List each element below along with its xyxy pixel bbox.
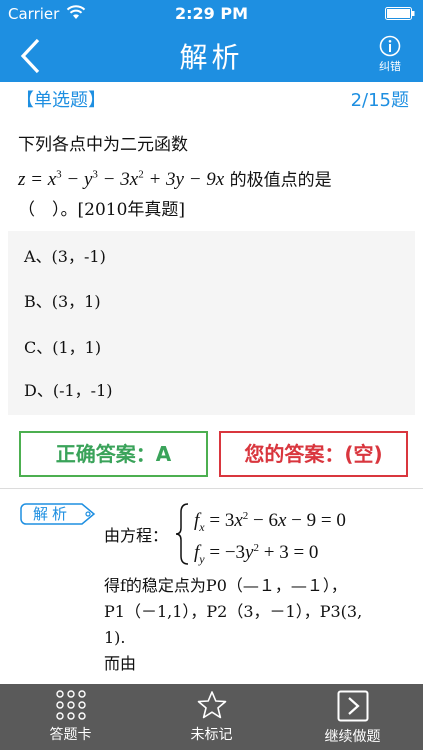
arrow-box-icon — [337, 690, 368, 722]
status-bar: Carrier 2:29 PM — [0, 0, 423, 28]
analysis-line-1: 得f的稳定点为P0（—１，—１）， — [104, 576, 347, 595]
analysis-text: 得f的稳定点为P0（—１，—１）， P1（－1,1），P2（3，－1），P3(3… — [104, 573, 404, 677]
answer-card-label: 答题卡 — [49, 727, 92, 743]
question-stem: 下列各点中为二元函数 z = x3 − y3 − 3x2 + 3y − 9x 的… — [18, 130, 413, 225]
continue-button[interactable]: 继续做题 — [282, 684, 423, 750]
status-time: 2:29 PM — [174, 4, 248, 23]
stem-tail: 的极值点的是 — [229, 170, 332, 191]
info-icon — [379, 35, 401, 57]
stem-line-1: 下列各点中为二元函数 — [18, 135, 188, 155]
user-answer-box: 您的答案：(空) — [219, 431, 408, 477]
equation-system: fx = 3x2 − 6x − 9 = 0 fy = −3y2 + 3 = 0 — [176, 503, 346, 566]
analysis-line-3: 1). — [104, 628, 126, 647]
option-a[interactable]: A、(3，-1) — [24, 242, 106, 272]
mark-button[interactable]: 未标记 — [141, 684, 282, 750]
stem-line-3: （ ）。[2010年真题] — [18, 200, 186, 221]
app-header: Carrier 2:29 PM 解析 纠错 — [0, 0, 423, 82]
equation-intro: 由方程： — [104, 526, 169, 545]
option-d[interactable]: D、(-1，-1) — [24, 376, 113, 406]
divider — [0, 488, 423, 489]
analysis-tag-label: 解析 — [32, 505, 71, 523]
option-b[interactable]: B、(3，1) — [24, 287, 101, 317]
stem-line-2: z = x3 − y3 − 3x2 + 3y − 9x 的极值点的是 — [18, 160, 413, 195]
option-c[interactable]: C、(1，1) — [24, 333, 101, 363]
report-error-button[interactable]: 纠错 — [367, 35, 413, 79]
page-title: 解析 — [179, 41, 244, 74]
report-error-label: 纠错 — [379, 60, 401, 73]
battery-icon — [385, 7, 415, 20]
analysis-line-2: P1（－1,1），P2（3，－1），P3(3, — [104, 602, 363, 621]
unmarked-label: 未标记 — [190, 727, 233, 743]
svg-text:fy = −3y2 + 3 = 0: fy = −3y2 + 3 = 0 — [194, 542, 318, 566]
star-outline-icon — [197, 691, 226, 719]
bottom-toolbar: 答题卡 未标记 继续做题 — [0, 684, 423, 750]
svg-text:fx = 3x2 − 6x − 9 = 0: fx = 3x2 − 6x − 9 = 0 — [194, 510, 346, 534]
question-type: 【单选题】 — [16, 90, 106, 111]
options-list: A、(3，-1) B、(3，1) C、(1，1) D、(-1，-1) — [8, 231, 415, 415]
grid-dots-icon — [55, 690, 86, 720]
continue-label: 继续做题 — [324, 729, 381, 745]
analysis-line-4: 而由 — [104, 654, 137, 673]
answer-card-button[interactable]: 答题卡 — [0, 684, 141, 750]
correct-answer-box: 正确答案：A — [19, 431, 208, 477]
function-formula: z = x3 − y3 − 3x2 + 3y − 9x — [18, 169, 225, 191]
question-progress: 2/15题 — [350, 90, 409, 111]
